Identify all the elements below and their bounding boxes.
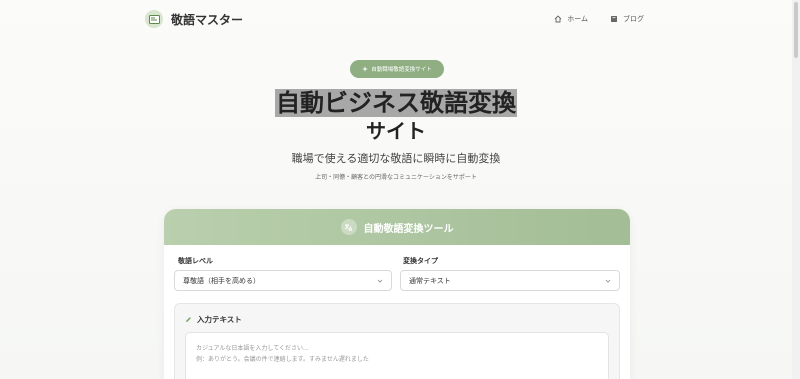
chevron-down-icon <box>377 279 383 283</box>
page-title-line2: サイト <box>366 119 426 143</box>
page-title-line1: 自動ビジネス敬語変換 <box>275 89 517 117</box>
sparkle-icon <box>362 66 369 72</box>
input-header: 入力テキスト <box>185 314 242 325</box>
nav-blog-label: ブログ <box>623 15 644 23</box>
scrollbar-thumb[interactable] <box>794 2 798 58</box>
tool-header: 自動敬語変換ツール <box>164 209 630 245</box>
hero-subtitle: 職場で使える適切な敬語に瞬時に自動変換 <box>291 152 501 165</box>
type-label: 変換タイプ <box>403 257 438 265</box>
home-icon <box>554 15 562 23</box>
translate-icon <box>340 219 357 235</box>
hero-pill: 自動職場敬語変換サイト <box>350 60 444 78</box>
tool-title: 自動敬語変換ツール <box>363 223 454 235</box>
chevron-down-icon <box>605 279 611 283</box>
pencil-icon <box>186 317 191 322</box>
level-select-value: 尊敬語（相手を高める） <box>183 276 260 285</box>
top-header: 敬語マスター ホーム ブログ <box>0 0 792 38</box>
level-select[interactable]: 尊敬語（相手を高める） <box>174 270 392 291</box>
main-nav: ホーム ブログ <box>554 14 644 24</box>
placeholder-line2: 例：ありがとう。会議の件で連絡します。すみません遅れました <box>196 356 369 363</box>
type-select[interactable]: 通常テキスト <box>400 270 620 291</box>
hero-note: 上司・同僚・顧客との円滑なコミュニケーションをサポート <box>315 174 477 181</box>
input-panel: 入力テキスト カジュアルな日本語を入力してください... 例：ありがとう。会議の… <box>174 303 620 379</box>
hero-pill-label: 自動職場敬語変換サイト <box>371 67 432 73</box>
logo-text: 敬語マスター <box>171 12 244 27</box>
nav-home[interactable]: ホーム <box>554 14 588 24</box>
page-scrollbar[interactable] <box>792 0 800 379</box>
type-select-value: 通常テキスト <box>409 276 451 285</box>
nav-blog[interactable]: ブログ <box>610 14 644 24</box>
input-textarea[interactable]: カジュアルな日本語を入力してください... 例：ありがとう。会議の件で連絡します… <box>185 332 609 379</box>
logo-icon <box>145 10 163 28</box>
conversion-tool-card: 自動敬語変換ツール 敬語レベル 尊敬語（相手を高める） 変換タイプ 通常テキスト… <box>164 209 630 379</box>
level-label: 敬語レベル <box>178 257 213 265</box>
nav-home-label: ホーム <box>567 15 588 23</box>
placeholder-line1: カジュアルな日本語を入力してください... <box>196 345 309 352</box>
page-title: 自動ビジネス敬語変換 <box>0 88 792 118</box>
logo[interactable]: 敬語マスター <box>145 10 243 28</box>
book-icon <box>611 16 617 22</box>
input-title: 入力テキスト <box>197 315 242 324</box>
